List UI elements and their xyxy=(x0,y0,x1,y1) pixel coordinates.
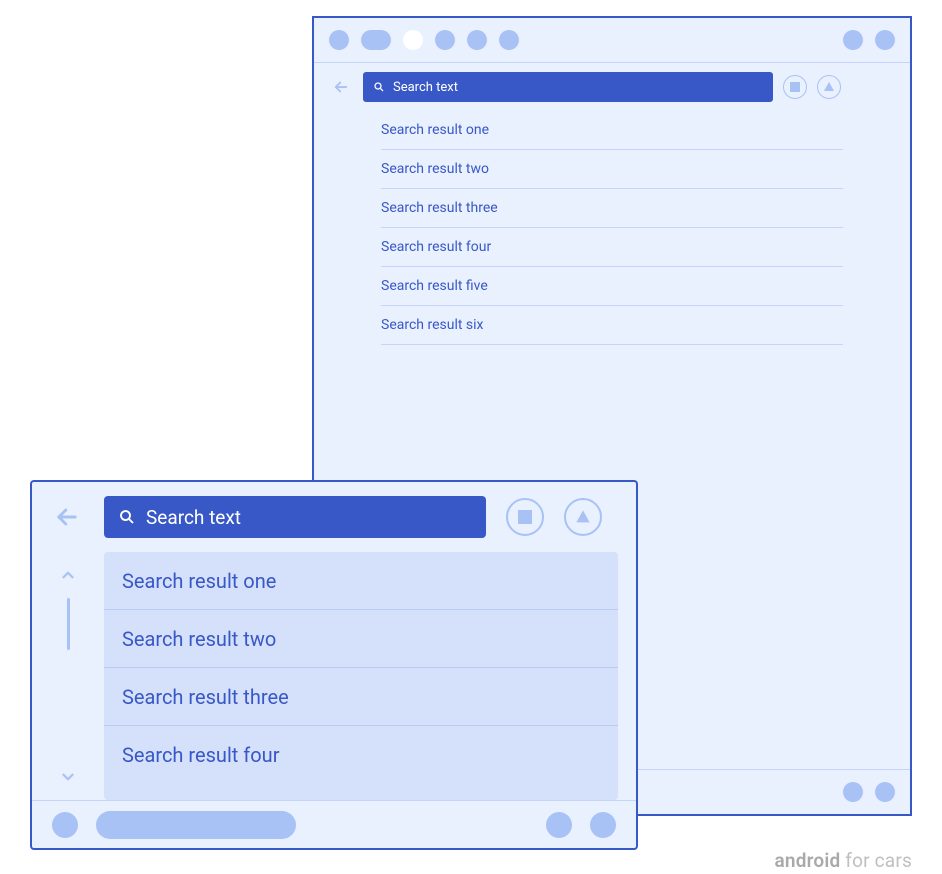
sysbar-dot-icon xyxy=(329,30,349,50)
result-item[interactable]: Search result one xyxy=(381,111,843,150)
results-list-small: Search result one Search result two Sear… xyxy=(104,552,618,800)
arrow-left-icon xyxy=(332,78,350,96)
sysbar-dot-icon xyxy=(875,30,895,50)
sysbar-dot-icon xyxy=(546,812,572,838)
result-item[interactable]: Search result three xyxy=(381,189,843,228)
result-item[interactable]: Search result six xyxy=(381,306,843,345)
search-input[interactable]: Search text xyxy=(363,72,773,102)
system-bar-top xyxy=(314,18,910,63)
back-button[interactable] xyxy=(50,500,84,534)
result-item[interactable]: Search result one xyxy=(104,552,618,610)
results-list-large: Search result one Search result two Sear… xyxy=(314,111,910,345)
action-play-button[interactable] xyxy=(564,498,602,536)
footer-brand: android for cars xyxy=(774,849,912,872)
sysbar-dot-selected-icon xyxy=(403,30,423,50)
sysbar-dot-icon xyxy=(499,30,519,50)
sysbar-dot-icon xyxy=(467,30,487,50)
footer-brand-bold: android xyxy=(774,849,840,872)
search-icon xyxy=(373,81,385,93)
chevron-up-icon[interactable] xyxy=(59,566,77,584)
footer-brand-rest: for cars xyxy=(840,849,912,872)
result-item[interactable]: Search result five xyxy=(381,267,843,306)
sysbar-dot-icon xyxy=(52,812,78,838)
arrow-left-icon xyxy=(53,503,81,531)
search-placeholder: Search text xyxy=(146,506,241,529)
sysbar-dot-icon xyxy=(843,30,863,50)
sysbar-pill-icon xyxy=(96,811,296,839)
action-stop-button[interactable] xyxy=(783,75,807,99)
search-icon xyxy=(118,508,136,526)
result-item[interactable]: Search result two xyxy=(381,150,843,189)
sysbar-dot-icon xyxy=(875,782,895,802)
scroll-thumb[interactable] xyxy=(67,598,70,650)
app-bar-small: Search text xyxy=(32,482,636,552)
sysbar-dot-icon xyxy=(435,30,455,50)
sysbar-dot-icon xyxy=(843,782,863,802)
back-button[interactable] xyxy=(329,75,353,99)
stop-icon xyxy=(518,510,532,524)
sysbar-pill-icon xyxy=(361,30,391,50)
window-small: Search text Search result one Search res… xyxy=(30,480,638,850)
action-stop-button[interactable] xyxy=(506,498,544,536)
result-item[interactable]: Search result two xyxy=(104,610,618,668)
result-item[interactable]: Search result four xyxy=(104,726,618,784)
chevron-down-icon[interactable] xyxy=(59,768,77,786)
stop-icon xyxy=(790,82,800,92)
search-placeholder: Search text xyxy=(393,80,458,95)
system-bar-bottom xyxy=(32,800,636,848)
play-up-icon xyxy=(575,509,591,525)
result-item[interactable]: Search result three xyxy=(104,668,618,726)
sysbar-dot-icon xyxy=(590,812,616,838)
app-bar-large: Search text xyxy=(314,63,910,111)
scrollbar[interactable] xyxy=(32,552,104,800)
action-play-button[interactable] xyxy=(817,75,841,99)
result-item[interactable]: Search result four xyxy=(381,228,843,267)
search-input[interactable]: Search text xyxy=(104,496,486,538)
play-up-icon xyxy=(823,81,835,93)
